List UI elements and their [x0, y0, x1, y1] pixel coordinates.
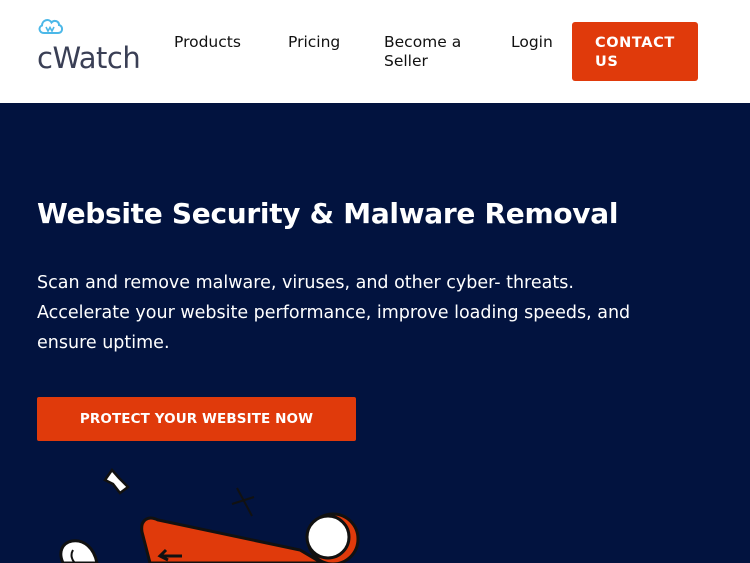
- cross-icon: [231, 487, 255, 517]
- circle-illustration: [305, 512, 360, 563]
- sparkle-icon: [103, 467, 130, 495]
- hero-illustration: [59, 467, 360, 563]
- logo[interactable]: cWatch: [37, 16, 152, 76]
- contact-us-button[interactable]: CONTACT US: [572, 22, 698, 81]
- site-header: cWatch Products Pricing Become a Seller …: [0, 0, 750, 103]
- hero-description: Scan and remove malware, viruses, and ot…: [37, 273, 631, 353]
- nav-pricing[interactable]: Pricing: [288, 33, 340, 52]
- shield-illustration: [140, 516, 325, 563]
- cloud-icon: [38, 19, 64, 34]
- protect-website-button[interactable]: PROTECT YOUR WEBSITE NOW: [37, 397, 356, 441]
- hero-title: Website Security & Malware Removal: [37, 197, 619, 230]
- nav-become-a-seller[interactable]: Become a Seller: [384, 33, 476, 71]
- nav-products[interactable]: Products: [174, 33, 241, 52]
- nav-login[interactable]: Login: [511, 33, 553, 52]
- logo-text: cWatch: [37, 41, 141, 75]
- bubble-illustration: [59, 539, 99, 563]
